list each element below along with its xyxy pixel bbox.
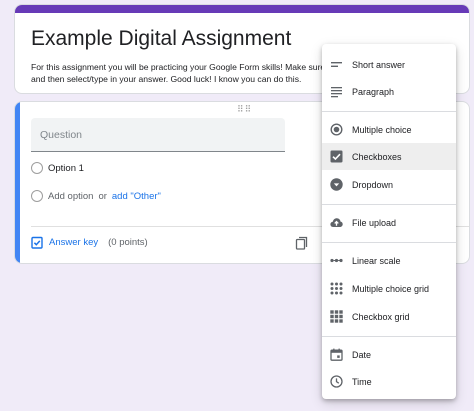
- menu-item-label: Dropdown: [352, 179, 394, 190]
- menu-separator: [322, 336, 456, 337]
- points-label: (0 points): [108, 237, 148, 248]
- menu-item-label: Paragraph: [352, 86, 395, 97]
- linear-scale-icon: [330, 258, 343, 263]
- add-other-button[interactable]: add "Other": [112, 191, 161, 202]
- menu-item-linear-scale[interactable]: Linear scale: [322, 247, 456, 274]
- grid-icon: [330, 282, 343, 295]
- radio-icon: [31, 190, 43, 202]
- menu-separator: [322, 204, 456, 205]
- menu-item-label: Multiple choice grid: [352, 283, 430, 294]
- or-text: or: [98, 190, 107, 202]
- form-description[interactable]: For this assignment you will be practici…: [31, 61, 331, 85]
- menu-item-label: Time: [352, 376, 372, 387]
- add-option-row: Add option or add "Other": [31, 190, 161, 202]
- menu-item-short-answer[interactable]: Short answer: [322, 51, 456, 78]
- answer-key-icon: [31, 236, 43, 249]
- question-type-menu: Short answer Paragraph Multiple choice C…: [322, 44, 456, 399]
- theme-color-bar: [15, 5, 469, 13]
- checkbox-icon: [330, 150, 343, 163]
- menu-item-date[interactable]: Date: [322, 341, 456, 368]
- clock-icon: [330, 375, 343, 388]
- menu-item-time[interactable]: Time: [322, 368, 456, 395]
- menu-item-checkbox-grid[interactable]: Checkbox grid: [322, 303, 456, 330]
- menu-item-label: Multiple choice: [352, 124, 412, 135]
- menu-item-label: Linear scale: [352, 255, 401, 266]
- menu-separator: [322, 111, 456, 112]
- active-question-indicator: [15, 102, 20, 263]
- cloud-upload-icon: [330, 218, 343, 227]
- radio-button-icon: [330, 123, 343, 136]
- menu-item-multiple-choice[interactable]: Multiple choice: [322, 116, 456, 143]
- option-row: Option 1: [31, 162, 84, 174]
- menu-item-checkboxes[interactable]: Checkboxes: [322, 143, 456, 170]
- menu-item-label: Checkboxes: [352, 151, 402, 162]
- duplicate-icon[interactable]: [295, 236, 309, 250]
- option-label[interactable]: Option 1: [48, 163, 84, 174]
- short-answer-icon: [331, 62, 342, 67]
- radio-icon: [31, 162, 43, 174]
- paragraph-icon: [331, 87, 342, 98]
- menu-item-multiple-choice-grid[interactable]: Multiple choice grid: [322, 275, 456, 302]
- grid-icon: [330, 310, 343, 323]
- menu-item-paragraph[interactable]: Paragraph: [322, 78, 456, 105]
- menu-item-dropdown[interactable]: Dropdown: [322, 171, 456, 198]
- dropdown-icon: [330, 178, 343, 191]
- menu-item-label: Date: [352, 349, 372, 360]
- menu-item-file-upload[interactable]: File upload: [322, 209, 456, 236]
- add-option-button[interactable]: Add option: [48, 191, 93, 202]
- answer-key-button[interactable]: Answer key (0 points): [31, 236, 148, 249]
- answer-key-label: Answer key: [49, 237, 99, 248]
- menu-item-label: Short answer: [352, 59, 406, 70]
- drag-handle-icon[interactable]: ⠿⠿: [237, 104, 252, 115]
- form-title[interactable]: Example Digital Assignment: [31, 27, 291, 51]
- menu-separator: [322, 242, 456, 243]
- menu-item-label: Checkbox grid: [352, 311, 410, 322]
- calendar-icon: [330, 348, 343, 361]
- question-input[interactable]: [31, 118, 285, 152]
- menu-item-label: File upload: [352, 217, 397, 228]
